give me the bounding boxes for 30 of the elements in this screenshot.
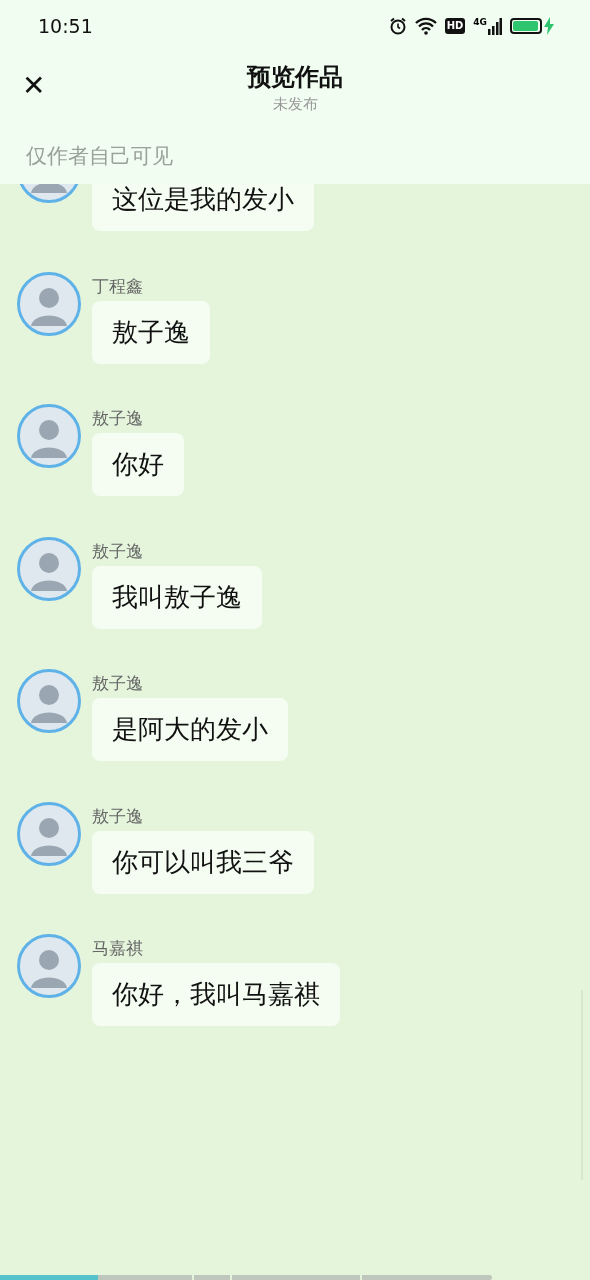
- sender-name: 敖子逸: [92, 672, 144, 695]
- sender-name: 马嘉祺: [92, 937, 144, 960]
- message-bubble: 这位是我的发小: [92, 184, 314, 231]
- network-label: 4G: [473, 17, 487, 27]
- clock-time: 10:51: [38, 13, 93, 39]
- message-bubble: 我叫敖子逸: [92, 565, 262, 629]
- message-bubble: 敖子逸: [92, 300, 210, 364]
- sender-name: 敖子逸: [92, 407, 144, 430]
- hd-badge: HD: [444, 18, 466, 34]
- avatar-icon: [17, 801, 81, 866]
- sender-name: 敖子逸: [92, 539, 144, 563]
- alarm-icon: [388, 17, 407, 35]
- message-bubble: 你可以叫我三爷: [92, 830, 314, 894]
- avatar-icon: [17, 934, 81, 998]
- avatar-icon: [17, 404, 81, 468]
- avatar-icon: [17, 536, 81, 601]
- page-title: 预览作品: [247, 62, 343, 93]
- publish-status: 未发布: [272, 94, 318, 114]
- close-button[interactable]: ✕: [22, 72, 46, 100]
- message-bubble: 你好，我叫马嘉祺: [92, 963, 340, 1026]
- message-bubble: 你好: [92, 433, 184, 496]
- sender-name: 丁程鑫: [92, 274, 144, 298]
- sender-name: 敖子逸: [92, 804, 144, 828]
- visibility-notice: 仅作者自己可见: [26, 143, 173, 170]
- signal-icon: [488, 17, 502, 35]
- message-bubble: 是阿大的发小: [92, 698, 288, 761]
- avatar-icon: [17, 271, 81, 336]
- battery-icon: [510, 18, 542, 34]
- wifi-icon: [414, 17, 437, 35]
- avatar-icon: [17, 669, 81, 733]
